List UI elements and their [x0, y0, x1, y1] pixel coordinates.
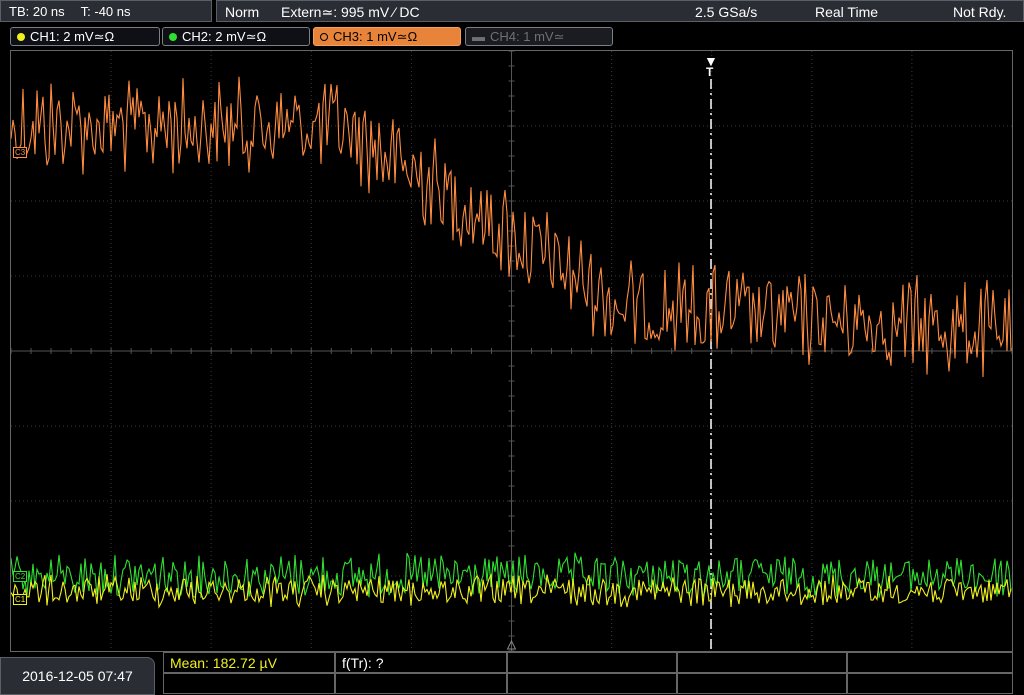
- ch2-level-marker[interactable]: C2: [13, 571, 28, 582]
- measurement-table: Mean: 182.72 µV f(Tr): ?: [163, 652, 1013, 695]
- measurement-slot-4[interactable]: [677, 652, 847, 673]
- datetime-display: 2016-12-05 07:47: [0, 657, 155, 695]
- trigger-label: T: [706, 65, 714, 79]
- trigger-panel[interactable]: Norm Extern≃: 995 mV ⁄ DC 2.5 GSa/s Real…: [216, 0, 1024, 22]
- measurement-slot-9[interactable]: [677, 673, 847, 694]
- acquisition-mode: Real Time: [815, 4, 879, 20]
- measurement-slot-8[interactable]: [507, 673, 677, 694]
- timebase-panel[interactable]: TB: 20 ns T: -40 ns: [0, 0, 212, 22]
- bottom-bar: 2016-12-05 07:47 Mean: 182.72 µV f(Tr): …: [0, 652, 1024, 695]
- risetime-measurement[interactable]: f(Tr): ?: [335, 652, 507, 673]
- channel-1-label: CH1: 2 mV≃Ω: [30, 28, 115, 44]
- acquisition-status: Not Rdy.: [953, 4, 1007, 20]
- measurement-slot-7[interactable]: [335, 673, 507, 694]
- ch3-level-marker[interactable]: C3: [13, 147, 28, 158]
- measurement-slot-3[interactable]: [507, 652, 677, 673]
- channel-4-off-icon: ▬: [472, 29, 485, 44]
- channel-bar: CH1: 2 mV≃Ω CH2: 2 mV≃Ω CH3: 1 mV≃Ω ▬ CH…: [0, 26, 1024, 48]
- channel-4-label: CH4: 1 mV≃: [490, 28, 565, 44]
- measurement-slot-10[interactable]: [847, 673, 1013, 694]
- waveform-display[interactable]: C3 C2 C1 ▼ T: [10, 50, 1013, 652]
- channel-3-label: CH3: 1 mV≃Ω: [333, 28, 418, 44]
- waveform-svg: [11, 51, 1012, 651]
- channel-2-dot-icon: [169, 32, 177, 41]
- measurement-slot-5[interactable]: [847, 652, 1013, 673]
- sample-rate: 2.5 GSa/s: [695, 4, 758, 20]
- channel-3-dot-icon: [320, 32, 328, 41]
- channel-4-button[interactable]: ▬ CH4: 1 mV≃: [465, 27, 613, 46]
- channel-1-button[interactable]: CH1: 2 mV≃Ω: [10, 27, 160, 46]
- channel-2-label: CH2: 2 mV≃Ω: [182, 28, 267, 44]
- trigger-mode: Norm: [225, 4, 260, 20]
- channel-1-dot-icon: [17, 32, 25, 41]
- measurement-slot-6[interactable]: [163, 673, 335, 694]
- trigger-source: Extern≃: 995 mV ⁄ DC: [281, 4, 420, 20]
- top-status-bar: TB: 20 ns T: -40 ns Norm Extern≃: 995 mV…: [0, 0, 1024, 24]
- mean-measurement[interactable]: Mean: 182.72 µV: [163, 652, 335, 673]
- channel-3-button[interactable]: CH3: 1 mV≃Ω: [313, 27, 461, 46]
- channel-2-button[interactable]: CH2: 2 mV≃Ω: [162, 27, 310, 46]
- timebase-value: TB: 20 ns: [9, 3, 65, 19]
- ch1-level-marker[interactable]: C1: [13, 594, 28, 605]
- trigger-time-value: T: -40 ns: [80, 3, 131, 19]
